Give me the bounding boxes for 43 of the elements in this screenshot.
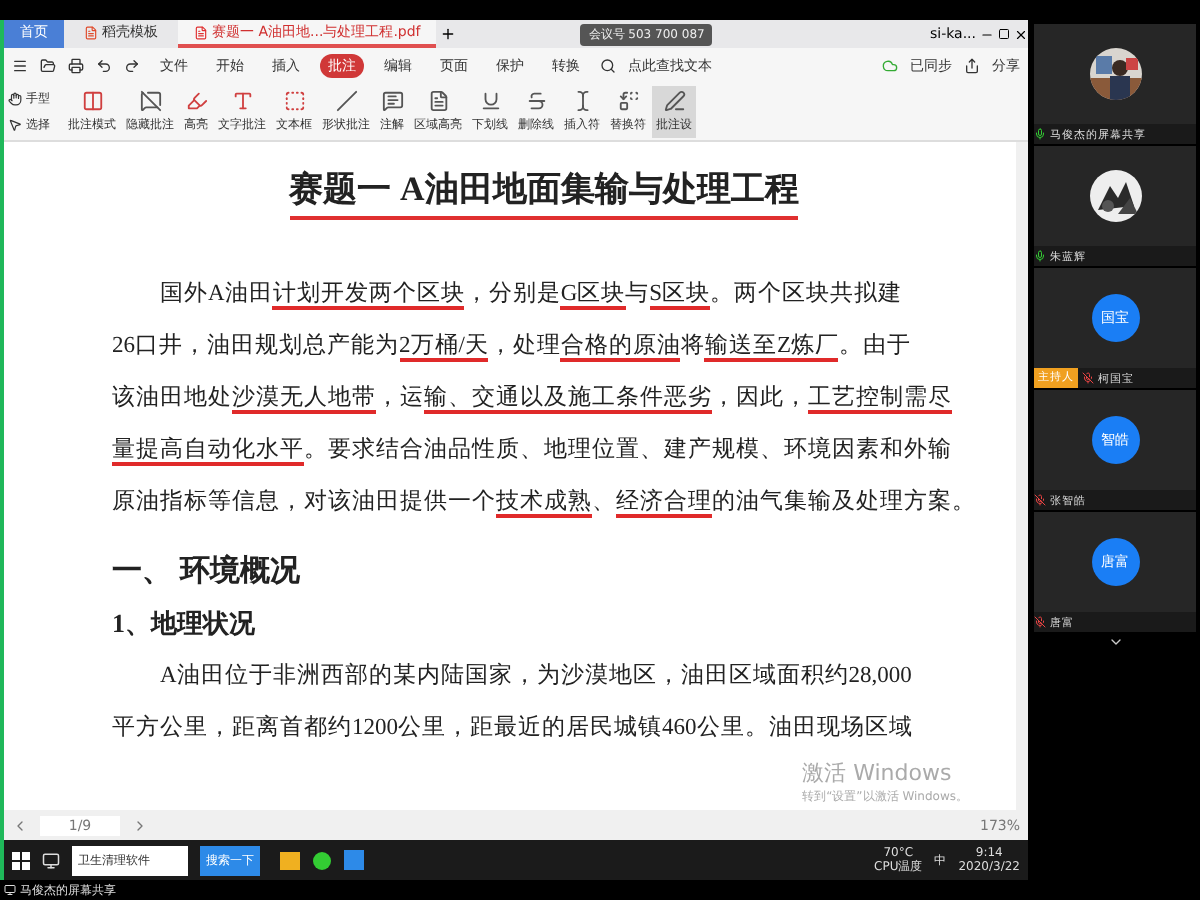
pointer-icon <box>8 117 22 131</box>
text-box-icon <box>283 89 305 111</box>
redo-icon[interactable] <box>124 57 140 73</box>
slash-icon <box>335 89 357 111</box>
activation-title: 激活 Windows <box>802 758 952 788</box>
cloud-icon <box>882 57 898 73</box>
paragraph-line: 26口井，油田规划总产能为2万桶/天，处理合格的原油将输送至Z炼厂。由于 <box>112 331 911 366</box>
document-icon <box>427 89 449 111</box>
paragraph-line: 该油田地处沙漠无人地带，运输、交通以及施工条件恶劣，因此，工艺控制需尽 <box>112 382 952 418</box>
scroll-down-icon[interactable] <box>1107 634 1123 650</box>
printer-icon[interactable] <box>68 57 84 73</box>
close-icon[interactable] <box>1014 27 1028 41</box>
underline-icon <box>479 89 501 111</box>
hand-icon <box>8 91 22 105</box>
template-icon <box>84 25 98 39</box>
strikethrough-icon <box>525 89 547 111</box>
start-icon[interactable] <box>12 851 30 869</box>
document-title: 赛题一 A油田地面集输与处理工程 <box>289 166 799 220</box>
pdf-icon <box>194 25 208 39</box>
text-icon <box>231 89 253 111</box>
previous-page-icon[interactable] <box>12 817 28 833</box>
paragraph-line: 量提高自动化水平。要求结合油品性质、地理位置、建产规模、环境因素和外输 <box>112 434 952 470</box>
paragraph-line: 国外A油田计划开发两个区块，分别是G区块与S区块。两个区块共拟建 <box>160 279 903 314</box>
comment-icon <box>381 89 403 111</box>
undo-icon[interactable] <box>96 57 112 73</box>
next-page-icon[interactable] <box>132 817 148 833</box>
maximize-icon[interactable] <box>998 28 1010 40</box>
columns-icon <box>81 89 103 111</box>
paragraph-line: A油田位于非洲西部的某内陆国家，为沙漠地区，油田区域面积约28,000 <box>160 660 912 692</box>
replace-icon <box>617 89 639 111</box>
share-icon <box>964 57 980 73</box>
task-view-icon[interactable] <box>42 851 60 869</box>
highlighter-icon <box>185 89 207 111</box>
paragraph-line: 原油指标等信息，对该油田提供一个技术成熟、经济合理的油气集输及处理方案。 <box>112 486 976 522</box>
pen-icon <box>663 89 685 111</box>
subsection-heading: 1、地理状况 <box>112 606 255 642</box>
section-heading: 一、 环境概况 <box>112 552 300 590</box>
hidden-comment-icon <box>139 89 161 111</box>
menu-icon[interactable] <box>12 57 28 73</box>
paragraph-line: 平方公里，距离首都约1200公里，距最近的居民城镇460公里。油田现场区域 <box>112 712 913 744</box>
search-icon <box>600 57 616 73</box>
new-tab-icon[interactable] <box>440 26 457 42</box>
screen-icon <box>4 884 16 896</box>
